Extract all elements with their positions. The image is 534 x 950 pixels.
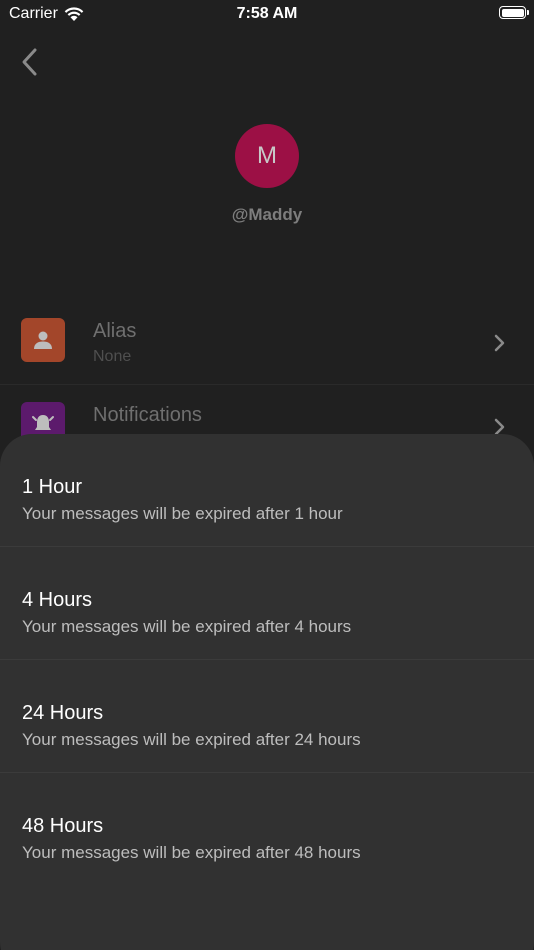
chevron-right-icon — [494, 334, 505, 352]
option-24-hours[interactable]: 24 Hours Your messages will be expired a… — [0, 660, 534, 773]
person-icon — [34, 331, 52, 349]
screen: Carrier 7:58 AM M @Maddy Alias None Noti… — [0, 0, 534, 950]
alias-icon-tile — [21, 318, 65, 362]
avatar-initial: M — [257, 142, 277, 169]
option-title: 4 Hours — [22, 589, 93, 611]
notifications-title: Notifications — [93, 404, 202, 426]
option-description: Your messages will be expired after 1 ho… — [22, 504, 343, 523]
option-title: 24 Hours — [22, 702, 104, 724]
option-1-hour[interactable]: 1 Hour Your messages will be expired aft… — [0, 434, 534, 547]
back-button[interactable] — [16, 46, 44, 78]
option-4-hours[interactable]: 4 Hours Your messages will be expired af… — [0, 547, 534, 660]
avatar: M — [235, 124, 299, 188]
option-title: 48 Hours — [22, 815, 104, 837]
alias-value: None — [93, 348, 132, 365]
option-title: 1 Hour — [22, 476, 83, 498]
option-48-hours[interactable]: 48 Hours Your messages will be expired a… — [0, 773, 534, 886]
option-description: Your messages will be expired after 24 h… — [22, 730, 361, 749]
username: @Maddy — [231, 205, 303, 224]
alias-row[interactable]: Alias None — [0, 300, 534, 385]
alias-title: Alias — [93, 320, 137, 342]
chevron-left-icon — [22, 48, 37, 76]
option-description: Your messages will be expired after 4 ho… — [22, 617, 352, 636]
expiry-options-sheet: 1 Hour Your messages will be expired aft… — [0, 434, 534, 950]
option-description: Your messages will be expired after 48 h… — [22, 843, 361, 862]
